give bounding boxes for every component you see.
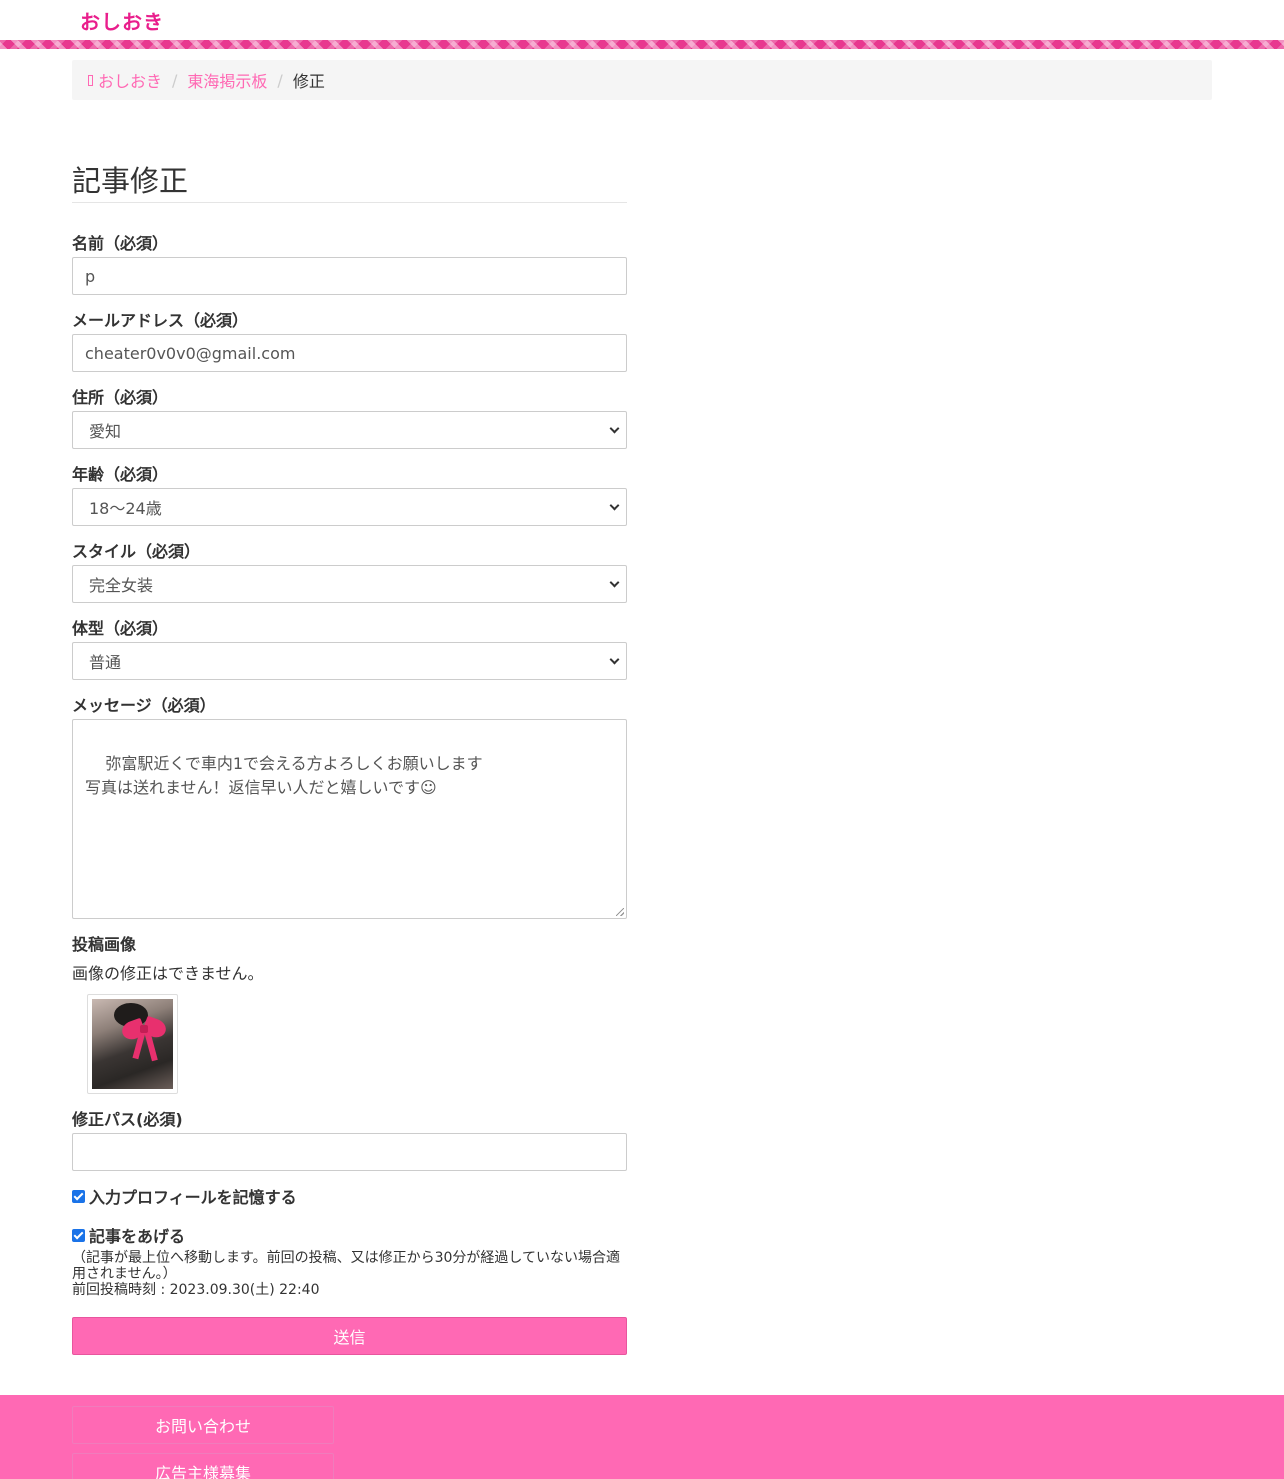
post-image-thumbnail — [87, 994, 178, 1094]
email-label: メールアドレス（必須） — [72, 311, 249, 330]
resize-handle[interactable] — [616, 908, 624, 916]
breadcrumb-separator: / — [172, 70, 178, 90]
page-title: 記事修正 — [72, 150, 627, 203]
style-selected-value: 完全女装 — [89, 576, 154, 595]
age-select[interactable]: 18〜24歳 — [72, 488, 627, 526]
site-logo[interactable]: おしおき — [80, 6, 164, 35]
address-selected-value: 愛知 — [89, 422, 122, 441]
image-label: 投稿画像 — [72, 935, 137, 954]
breadcrumb: おしおき / 東海掲示板 / 修正 — [72, 60, 1212, 100]
remember-profile-checkbox[interactable] — [72, 1189, 85, 1203]
breadcrumb-home-link[interactable]: おしおき — [98, 68, 162, 92]
age-selected-value: 18〜24歳 — [89, 499, 162, 518]
footer: お問い合わせ 広告主様募集 — [0, 1395, 1284, 1479]
age-label: 年齢（必須） — [72, 465, 169, 484]
style-select[interactable]: 完全女装 — [72, 565, 627, 603]
email-field[interactable] — [72, 334, 627, 372]
body-type-label: 体型（必須） — [72, 619, 169, 638]
edit-form: 記事修正 名前（必須） メールアドレス（必須） 住所（必須） 愛知 年齢（必須）… — [72, 150, 627, 1355]
home-icon — [88, 74, 93, 86]
chevron-down-icon — [609, 500, 620, 510]
remember-profile-label[interactable]: 入力プロフィールを記憶する — [89, 1184, 297, 1208]
header: おしおき — [0, 0, 1284, 40]
message-label: メッセージ（必須） — [72, 696, 216, 715]
body-type-select[interactable]: 普通 — [72, 642, 627, 680]
header-stripe — [0, 40, 1284, 49]
message-textarea[interactable]: 弥富駅近くで車内1で会える方よろしくお願いします 写真は送れません！返信早い人だ… — [72, 719, 627, 919]
last-post-time: 前回投稿時刻 : 2023.09.30(土) 22:40 — [72, 1282, 320, 1298]
chevron-down-icon — [609, 654, 620, 664]
breadcrumb-separator: / — [277, 70, 283, 90]
image-note: 画像の修正はできません。 — [72, 964, 264, 983]
breadcrumb-board-link[interactable]: 東海掲示板 — [187, 68, 267, 92]
bump-post-row[interactable]: 記事をあげる — [72, 1223, 185, 1247]
address-select[interactable]: 愛知 — [72, 411, 627, 449]
chevron-down-icon — [609, 577, 620, 587]
name-label: 名前（必須） — [72, 234, 169, 253]
chevron-down-icon — [609, 423, 620, 433]
contact-link[interactable]: お問い合わせ — [72, 1406, 334, 1444]
style-label: スタイル（必須） — [72, 542, 201, 561]
remember-profile-row[interactable]: 入力プロフィールを記憶する — [72, 1184, 297, 1208]
breadcrumb-current: 修正 — [292, 72, 325, 91]
edit-pass-field[interactable] — [72, 1133, 627, 1171]
message-text: 弥富駅近くで車内1で会える方よろしくお願いします 写真は送れません！返信早い人だ… — [85, 754, 483, 797]
body-type-selected-value: 普通 — [89, 653, 122, 672]
address-label: 住所（必須） — [72, 388, 169, 407]
bump-note: （記事が最上位へ移動します。前回の投稿、又は修正から30分が経過していない場合適… — [72, 1250, 620, 1282]
bump-post-label[interactable]: 記事をあげる — [89, 1223, 185, 1247]
submit-button[interactable]: 送信 — [72, 1317, 627, 1355]
advertisers-link[interactable]: 広告主様募集 — [72, 1453, 334, 1479]
name-field[interactable] — [72, 257, 627, 295]
bump-post-checkbox[interactable] — [72, 1228, 85, 1242]
edit-pass-label: 修正パス(必須) — [72, 1110, 183, 1129]
post-image — [92, 999, 173, 1089]
